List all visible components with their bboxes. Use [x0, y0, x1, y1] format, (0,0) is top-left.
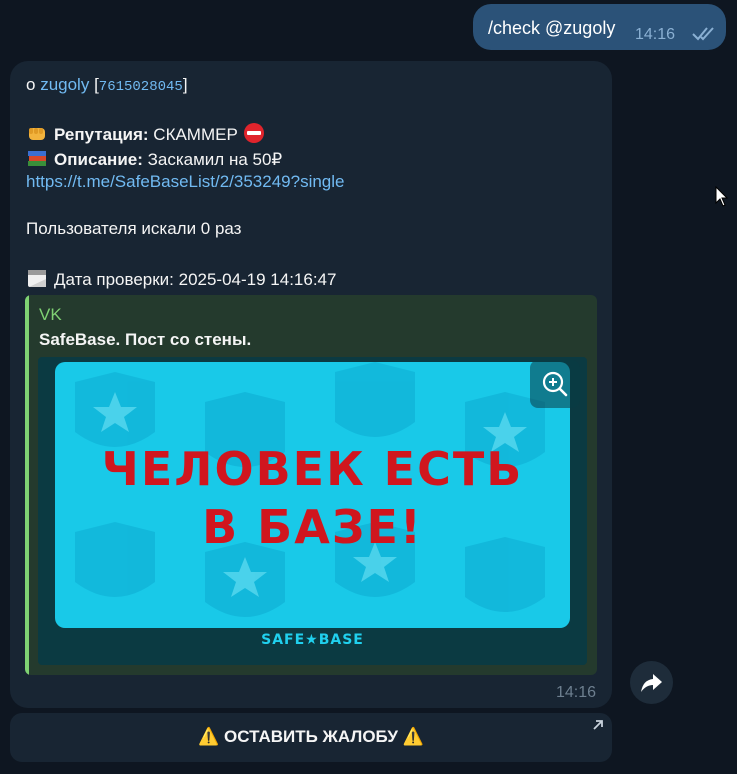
safebase-link[interactable]: https://t.me/SafeBaseList/2/353249?singl… — [26, 172, 344, 192]
description-label: Описание: — [54, 150, 143, 169]
username-link[interactable]: zugoly — [40, 75, 89, 94]
outgoing-message-text: /check @zugoly — [488, 18, 616, 38]
user-id[interactable]: 7615028045 — [99, 79, 183, 95]
zoom-button[interactable] — [530, 360, 580, 408]
report-header: о zugoly [7615028045] — [26, 75, 188, 95]
brand-logo: SAFE★BASE — [261, 632, 364, 648]
reputation-label: Репутация: — [54, 125, 149, 144]
fist-emoji — [29, 128, 45, 140]
preview-image[interactable]: ЧЕЛОВЕК ЕСТЬ В БАЗЕ! SAFE★BASE — [38, 357, 587, 665]
incoming-message-bubble[interactable]: о zugoly [7615028045] Репутация: СКАММЕР… — [10, 61, 612, 708]
description-line: Описание: Заскамил на 50₽ — [26, 147, 282, 170]
preview-accent-bar — [25, 295, 29, 675]
poster-banner: ЧЕЛОВЕК ЕСТЬ В БАЗЕ! — [55, 362, 570, 628]
mouse-cursor-icon — [715, 186, 729, 207]
search-count-text: Пользователя искали 0 раз — [26, 219, 242, 238]
poster-line-1: ЧЕЛОВЕК ЕСТЬ — [101, 442, 524, 496]
poster-line-2: В БАЗЕ! — [202, 500, 423, 554]
complaint-button-label: ⚠️ ОСТАВИТЬ ЖАЛОБУ ⚠️ — [198, 727, 424, 746]
bracket-close: ] — [182, 75, 188, 94]
preview-title: SafeBase. Пост со стены. — [39, 330, 252, 349]
reputation-value: СКАММЕР — [148, 125, 243, 144]
zoom-in-icon — [542, 371, 568, 397]
link-preview-card[interactable]: VK SafeBase. Пост со стены. ЧЕЛОВЕК ЕСТЬ… — [25, 295, 597, 675]
outgoing-message-bubble[interactable]: /check @zugoly 14:16 — [473, 4, 726, 50]
description-value: Заскамил на 50₽ — [142, 150, 283, 169]
outgoing-message-time: 14:16 — [635, 26, 676, 43]
share-button[interactable] — [630, 661, 673, 704]
check-date-text: Дата проверки: 2025-04-19 14:16:47 — [54, 270, 337, 289]
reputation-line: Репутация: СКАММЕР — [26, 122, 271, 145]
books-emoji — [28, 151, 46, 166]
double-check-icon — [692, 27, 714, 41]
no-entry-emoji — [243, 123, 264, 143]
calendar-emoji — [28, 270, 46, 287]
preview-site-name: VK — [39, 305, 62, 324]
complaint-button[interactable]: ⚠️ ОСТАВИТЬ ЖАЛОБУ ⚠️ — [10, 713, 612, 762]
check-date-line: Дата проверки: 2025-04-19 14:16:47 — [26, 267, 336, 290]
header-prefix: о — [26, 75, 41, 94]
share-arrow-icon — [641, 674, 662, 692]
arrow-up-right-icon — [593, 720, 603, 730]
incoming-message-time: 14:16 — [556, 684, 597, 701]
